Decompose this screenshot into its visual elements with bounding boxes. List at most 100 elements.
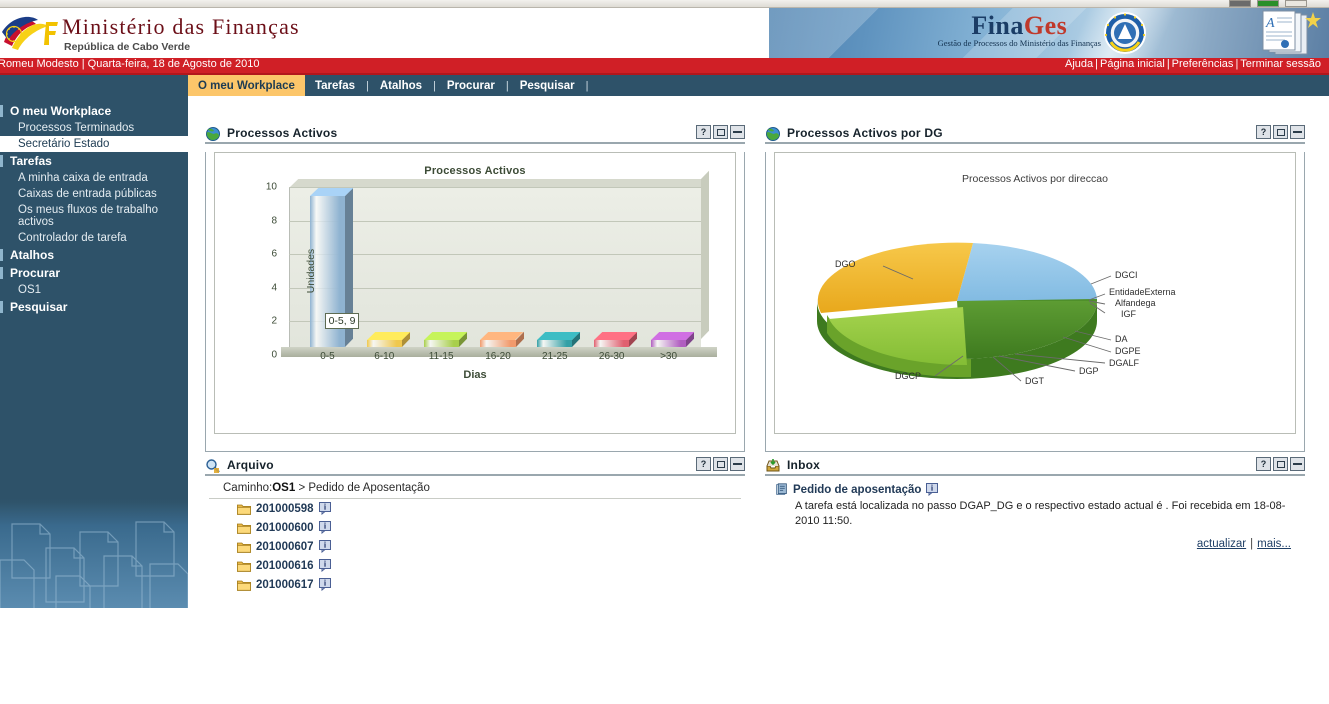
inbox-actions: actualizar | mais...	[765, 529, 1305, 550]
x-axis-tick: 16-20	[485, 351, 511, 362]
pie-slice-label-dgp: DGP	[1079, 366, 1099, 376]
tab-procurar[interactable]: Procurar	[437, 75, 505, 96]
portlet-controls: ?	[1256, 125, 1305, 139]
portlet-header: Processos Activos ?	[205, 124, 745, 144]
maximize-icon	[716, 128, 725, 136]
sidebar-item-processos-terminados[interactable]: Processos Terminados	[0, 120, 188, 136]
sidebar-label: A minha caixa de entrada	[18, 172, 148, 184]
maximize-button[interactable]	[713, 457, 728, 471]
browser-minimize-button[interactable]	[1229, 0, 1251, 7]
y-axis-tick: 6	[271, 248, 277, 260]
user-status-bar: Romeu Modesto | Quarta-feira, 18 de Agos…	[0, 58, 1329, 73]
inbox-item-text: A tarefa está localizada no passo DGAP_D…	[795, 500, 1286, 527]
bar-chart: Processos Activos 0 2 4 6 8 10 Unidades 0-5, …	[214, 152, 736, 434]
portlet-title: Processos Activos por DG	[787, 126, 943, 140]
link-separator: |	[1166, 58, 1170, 70]
x-axis-tick: 21-25	[542, 351, 568, 362]
sidebar-item-controlador-de-tarefa[interactable]: Controlador de tarefa	[0, 230, 188, 246]
x-axis-ticks: 0-5 6-10 11-15 16-20 21-25 26-30 >30	[281, 153, 717, 433]
more-link[interactable]: mais...	[1257, 538, 1291, 550]
maximize-button[interactable]	[1273, 125, 1288, 139]
minimize-button[interactable]	[730, 457, 745, 471]
list-item[interactable]: 201000600 i	[205, 518, 745, 537]
tab-tarefas[interactable]: Tarefas	[305, 75, 365, 96]
sidebar-item-a-minha-caixa-de-entrada[interactable]: A minha caixa de entrada	[0, 170, 188, 186]
tab-pesquisar[interactable]: Pesquisar	[510, 75, 585, 96]
sidebar-label: Caixas de entrada públicas	[18, 188, 157, 200]
info-icon[interactable]: i	[318, 540, 331, 553]
sidebar-item-os-meus-fluxos-de-trabalho-activos[interactable]: Os meus fluxos de trabalho activos	[0, 202, 188, 230]
maximize-button[interactable]	[1273, 457, 1288, 471]
list-item[interactable]: 201000607 i	[205, 537, 745, 556]
link-terminar-sessao[interactable]: Terminar sessão	[1240, 58, 1321, 70]
pie-chart-plot-area	[775, 153, 1295, 433]
breadcrumb-root[interactable]: OS1	[272, 482, 295, 494]
minimize-button[interactable]	[1290, 125, 1305, 139]
help-button[interactable]: ?	[696, 125, 711, 139]
list-item[interactable]: 201000617 i	[205, 575, 745, 594]
help-button[interactable]: ?	[1256, 125, 1271, 139]
browser-maximize-button[interactable]	[1257, 0, 1279, 7]
info-icon[interactable]: i	[318, 502, 331, 515]
x-axis-label: Dias	[463, 369, 487, 381]
tab-atalhos[interactable]: Atalhos	[370, 75, 432, 96]
page-header: Ministério das Finanças República de Cab…	[0, 8, 1329, 58]
help-button[interactable]: ?	[1256, 457, 1271, 471]
sidebar-group-pesquisar[interactable]: Pesquisar	[0, 298, 188, 316]
sidebar-group-procurar[interactable]: Procurar	[0, 264, 188, 282]
pie-slice-label-alfandega: Alfandega	[1115, 298, 1156, 308]
file-name[interactable]: 201000600	[256, 522, 314, 534]
sidebar-group-atalhos[interactable]: Atalhos	[0, 246, 188, 264]
x-axis-tick: >30	[660, 351, 678, 362]
minimize-icon	[1293, 131, 1302, 133]
sidebar-item-secretario-estado[interactable]: Secretário Estado	[0, 136, 188, 152]
folder-icon	[237, 523, 251, 534]
pie-slice-label-da: DA	[1115, 334, 1128, 344]
pie-slice-label-igf: IGF	[1121, 309, 1136, 319]
sidebar-group-tarefas[interactable]: Tarefas	[0, 152, 188, 170]
file-name[interactable]: 201000598	[256, 503, 314, 515]
y-axis-tick: 8	[271, 215, 277, 227]
maximize-button[interactable]	[713, 125, 728, 139]
link-preferencias[interactable]: Preferências	[1172, 58, 1234, 70]
main-content: Processos Activos ? Processos Activos 0 2…	[188, 96, 1329, 704]
ministry-subtitle: República de Cabo Verde	[64, 41, 191, 53]
file-name[interactable]: 201000607	[256, 541, 314, 553]
folder-icon	[237, 561, 251, 572]
sidebar-group-o-meu-workplace[interactable]: O meu Workplace	[0, 102, 188, 120]
pie-slice-label-dgpe: DGPE	[1115, 346, 1141, 356]
sidebar-item-os1[interactable]: OS1	[0, 282, 188, 298]
list-item[interactable]: 201000598 i	[205, 499, 745, 518]
ministry-title: Ministério das Finanças	[62, 14, 300, 39]
link-pagina-inicial[interactable]: Página inicial	[1100, 58, 1165, 70]
globe-icon	[206, 127, 220, 141]
file-name[interactable]: 201000616	[256, 560, 314, 572]
minimize-button[interactable]	[730, 125, 745, 139]
header-links: Ajuda | Página inicial | Preferências | Termin…	[1065, 58, 1321, 70]
tab-o-meu-workplace[interactable]: O meu Workplace	[188, 75, 305, 96]
info-icon[interactable]: i	[318, 521, 331, 534]
link-ajuda[interactable]: Ajuda	[1065, 58, 1093, 70]
browser-close-button[interactable]	[1285, 0, 1307, 7]
minimize-button[interactable]	[1290, 457, 1305, 471]
portlet-title: Processos Activos	[227, 126, 338, 140]
folder-icon	[237, 504, 251, 515]
refresh-link[interactable]: actualizar	[1197, 538, 1246, 550]
portlet-processos-activos-por-dg: Processos Activos por DG ? Processos Act…	[765, 124, 1305, 452]
portlet-body: Processos Activos por direccao DGO DGCI …	[765, 152, 1305, 452]
file-name[interactable]: 201000617	[256, 579, 314, 591]
info-icon[interactable]: i	[318, 559, 331, 572]
sidebar-label: Controlador de tarefa	[18, 232, 127, 244]
folder-icon	[237, 580, 251, 591]
info-icon[interactable]: i	[318, 578, 331, 591]
portlet-header: Processos Activos por DG ?	[765, 124, 1305, 144]
info-icon[interactable]: i	[926, 483, 939, 496]
y-axis-tick: 10	[265, 181, 277, 193]
x-axis-tick: 11-15	[428, 351, 454, 362]
task-icon	[776, 483, 787, 495]
user-and-date-label: Romeu Modesto | Quarta-feira, 18 de Agos…	[0, 58, 260, 70]
list-item[interactable]: 201000616 i	[205, 556, 745, 575]
inbox-item-title[interactable]: Pedido de aposentação	[793, 484, 921, 496]
help-button[interactable]: ?	[696, 457, 711, 471]
sidebar-item-caixas-de-entrada-publicas[interactable]: Caixas de entrada públicas	[0, 186, 188, 202]
